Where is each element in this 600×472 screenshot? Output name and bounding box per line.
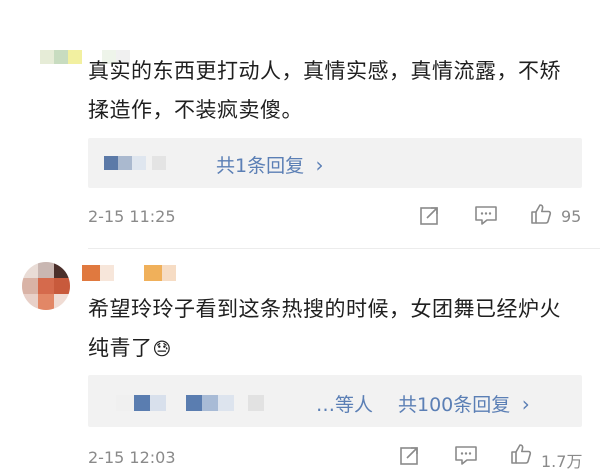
comment-text: 希望玲玲子看到这条热搜的时候，女团舞已经炉火纯青了😓: [88, 297, 561, 360]
like-count: 1.7万: [541, 452, 583, 471]
reply-summary-box[interactable]: …等人 共100条回复 ›: [88, 375, 582, 427]
comment-time: 2-15 12:03: [88, 448, 176, 467]
reply-summary-box[interactable]: 共1条回复 ›: [88, 138, 582, 188]
like-count: 95: [561, 207, 582, 226]
username-blurred[interactable]: [82, 265, 192, 281]
replier-avatars-blurred: [116, 395, 134, 411]
sweat-emoji: 😓: [152, 339, 172, 360]
comment-text: 真实的东西更打动人，真情实感，真情流露，不矫揉造作，不装疯卖傻。: [88, 59, 561, 122]
thumbs-up-icon[interactable]: [529, 202, 553, 226]
chevron-right-icon: ›: [515, 392, 530, 416]
repost-icon[interactable]: [399, 444, 421, 466]
divider: [88, 248, 600, 249]
repost-icon[interactable]: [419, 204, 441, 226]
comment-icon[interactable]: [474, 204, 498, 226]
username-blurred[interactable]: [40, 50, 130, 64]
replier-avatar-blurred: [104, 156, 118, 170]
replier-names-suffix[interactable]: …等人: [316, 390, 373, 417]
avatar[interactable]: [22, 262, 70, 310]
reply-count-link[interactable]: 共100条回复: [398, 394, 510, 416]
comment-time: 2-15 11:25: [88, 207, 176, 226]
reply-count-link[interactable]: 共1条回复: [216, 155, 304, 177]
chevron-right-icon: ›: [309, 153, 324, 177]
comment-icon[interactable]: [454, 444, 478, 466]
thumbs-up-icon[interactable]: [509, 442, 533, 466]
